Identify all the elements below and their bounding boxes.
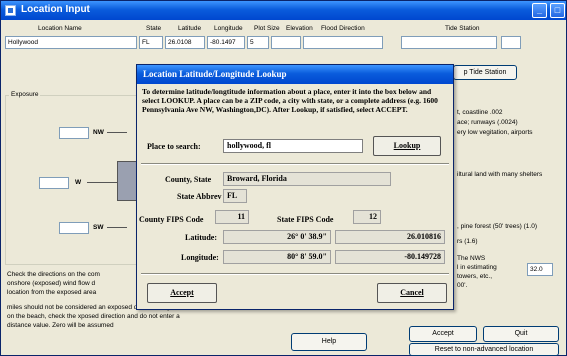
- roughness-text-4: iltural land with many shelters: [457, 171, 543, 178]
- sw-label: SW: [93, 224, 104, 231]
- dialog-accept-label: Accept: [170, 288, 194, 297]
- app-icon: [5, 5, 16, 16]
- nws-text-2: l in estimating: [457, 264, 497, 271]
- exposure-title: Exposure: [9, 91, 41, 98]
- state-abbrev-label: State Abbrev: [177, 192, 222, 201]
- nws-text-4: 00'.: [457, 282, 468, 289]
- accept-main-button[interactable]: Accept: [409, 326, 477, 342]
- dialog-instructions: To determine latitude/longtitude informa…: [142, 87, 438, 114]
- latitude-input[interactable]: 26.0108: [165, 36, 205, 49]
- header-plot-size: Plot Size: [254, 25, 280, 32]
- help-text-1: Check the directions on the com: [7, 271, 100, 278]
- longitude-input[interactable]: -80.1497: [207, 36, 245, 49]
- latitude-dms-field: 26° 0' 38.9": [223, 230, 331, 244]
- tide-station-input[interactable]: [401, 36, 497, 49]
- county-fips-label: County FIPS Code: [139, 215, 204, 224]
- state-abbrev-field: FL: [223, 189, 247, 203]
- header-latitude: Latitude: [178, 25, 202, 32]
- maximize-button[interactable]: □: [550, 3, 565, 18]
- quit-button[interactable]: Quit: [483, 326, 559, 342]
- latitude-decimal-field: 26.010816: [335, 230, 445, 244]
- dialog-separator-bottom: [141, 273, 449, 275]
- place-label: Place to search:: [147, 142, 201, 151]
- roughness-text-3: ery low vegitation, airports: [457, 129, 533, 136]
- help-text-5: on the beach, check the xposed direction…: [7, 313, 180, 320]
- state-fips-field: 12: [353, 210, 381, 224]
- location-name-input[interactable]: Hollywood: [5, 36, 137, 49]
- title-bar: Location Input _ □: [1, 1, 566, 20]
- help-text-2: onshore (exposed) wind flow d: [7, 280, 96, 287]
- dialog-accept-button[interactable]: Accept: [147, 283, 217, 303]
- lookup-button[interactable]: Lookup: [373, 136, 441, 156]
- header-elevation: Elevation: [286, 25, 313, 32]
- help-text-3: location from the exposed area: [7, 289, 97, 296]
- minimize-button[interactable]: _: [532, 3, 547, 18]
- sw-distance-input[interactable]: [59, 222, 89, 234]
- nws-text-3: towers, etc.,: [457, 273, 493, 280]
- tide-station-button[interactable]: p Tide Station: [453, 65, 517, 80]
- dialog-title: Location Latitude/Longitude Lookup: [143, 69, 287, 79]
- w-label: W: [75, 179, 82, 186]
- help-button[interactable]: Help: [291, 333, 367, 351]
- longitude-decimal-field: -80.149728: [335, 250, 445, 264]
- nw-distance-input[interactable]: [59, 127, 89, 139]
- header-tide-station: Tide Station: [445, 25, 480, 32]
- window-title: Location Input: [21, 4, 90, 15]
- header-location-name: Location Name: [38, 25, 82, 32]
- county-state-field: Broward, Florida: [223, 172, 391, 186]
- state-input[interactable]: FL: [139, 36, 163, 49]
- help-text-6: distance value. Zero will be assumed: [7, 322, 114, 329]
- longitude-label: Longitude:: [181, 253, 219, 262]
- dialog-separator-top: [141, 163, 449, 165]
- nw-line: [107, 132, 127, 133]
- dialog-title-bar: Location Latitude/Longitude Lookup: [137, 65, 453, 84]
- roughness-text-6: rs (1.6): [457, 238, 478, 245]
- header-longitude: Longitude: [214, 25, 243, 32]
- nw-label: NW: [93, 129, 104, 136]
- tide-extra-input[interactable]: [501, 36, 521, 49]
- header-state: State: [146, 25, 162, 32]
- roughness-text-2: ace; runways (.0024): [457, 119, 518, 126]
- elevation-input[interactable]: [271, 36, 301, 49]
- flood-direction-input[interactable]: [303, 36, 383, 49]
- longitude-dms-field: 80° 8' 59.0": [223, 250, 331, 264]
- lookup-button-label: Lookup: [393, 141, 421, 150]
- sw-line: [107, 227, 127, 228]
- county-state-label: County, State: [165, 175, 212, 184]
- reset-button[interactable]: Reset to non-advanced location: [409, 343, 559, 356]
- roughness-text-5: , pine forest (50' trees) (1.0): [457, 223, 537, 230]
- dialog-cancel-label: Cancel: [400, 288, 424, 297]
- plot-size-input[interactable]: 5: [247, 36, 269, 49]
- roughness-text-1: t, coastline .002: [457, 109, 503, 116]
- lookup-dialog: Location Latitude/Longitude Lookup To de…: [136, 64, 454, 310]
- place-search-input[interactable]: hollywood, fl: [223, 139, 363, 153]
- latitude-label: Latitude:: [185, 233, 217, 242]
- w-distance-input[interactable]: [39, 177, 69, 189]
- nws-text-1: The NWS: [457, 255, 486, 262]
- dialog-cancel-button[interactable]: Cancel: [377, 283, 447, 303]
- state-fips-label: State FIPS Code: [277, 215, 334, 224]
- county-fips-field: 11: [215, 210, 249, 224]
- header-flood-direction: Flood Direction: [321, 25, 365, 32]
- wind-speed-input[interactable]: 32.0: [527, 263, 553, 276]
